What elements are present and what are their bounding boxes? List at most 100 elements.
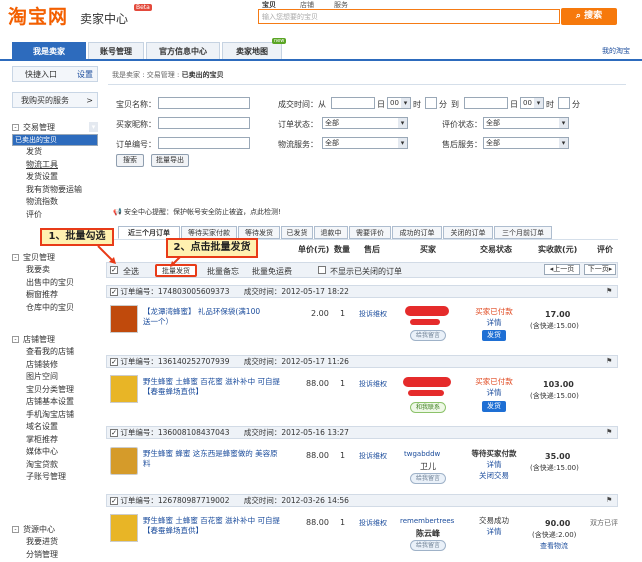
filter-search-button[interactable]: 搜索	[116, 154, 144, 167]
tab-refunding[interactable]: 退款中	[314, 226, 348, 239]
sidebar-section-header[interactable]: - 店铺管理	[12, 334, 98, 346]
hide-closed-checkbox[interactable]	[318, 266, 326, 274]
sidebar-item-loan[interactable]: 淘宝贷款	[12, 459, 98, 472]
sidebar-item-images[interactable]: 图片空间	[12, 371, 98, 384]
minute-from-input[interactable]	[425, 97, 437, 109]
sidebar-item-sell[interactable]: 我要卖	[12, 264, 98, 277]
purchased-service-link[interactable]: 我购买的服务 >	[12, 92, 98, 108]
flag-icon[interactable]: ⚑	[606, 358, 613, 365]
batch-note-button[interactable]: 批量备忘	[207, 266, 239, 277]
after-sale-select[interactable]: 全部	[483, 137, 569, 149]
buyer-nick[interactable]: remembertrees	[400, 517, 454, 525]
export-button[interactable]: 批量导出	[151, 154, 189, 167]
sidebar-item-rating[interactable]: 评价	[12, 209, 98, 222]
order-detail-link[interactable]: 详情	[468, 318, 520, 328]
sidebar-item-distribution[interactable]: 分销管理	[12, 549, 98, 562]
prev-page-button[interactable]: ◂上一页	[544, 264, 580, 275]
product-thumbnail[interactable]	[110, 305, 138, 333]
close-trade-link[interactable]: 关闭交易	[466, 471, 522, 481]
sidebar-item-restock[interactable]: 我要进货	[12, 536, 98, 549]
sidebar-item-sub-accounts[interactable]: 子账号管理	[12, 471, 98, 484]
order-no-input[interactable]	[158, 137, 250, 149]
tab-seller-map[interactable]: 卖家地图	[222, 42, 282, 59]
chat-button[interactable]: 给我留言	[410, 540, 446, 551]
tab-need-rating[interactable]: 需要评价	[349, 226, 391, 239]
next-page-button[interactable]: 下一页▸	[584, 264, 616, 275]
product-thumbnail[interactable]	[110, 514, 138, 542]
chat-button[interactable]: 和我联系	[410, 402, 446, 413]
product-thumbnail[interactable]	[110, 447, 138, 475]
sidebar-item-recommend[interactable]: 掌柜推荐	[12, 434, 98, 447]
flag-icon[interactable]: ⚑	[606, 497, 613, 504]
tab-older[interactable]: 三个月前订单	[494, 226, 552, 239]
sidebar-item-ship[interactable]: 发货	[12, 146, 98, 159]
item-name-input[interactable]	[158, 97, 250, 109]
order-checkbox[interactable]	[110, 429, 118, 437]
minute-to-input[interactable]	[558, 97, 570, 109]
rate-status-select[interactable]: 全部	[483, 117, 569, 129]
my-taobao-link[interactable]: 我的淘宝	[602, 46, 630, 56]
sidebar-section-header[interactable]: - 货源中心	[12, 524, 98, 536]
buyer-nick-input[interactable]	[158, 117, 250, 129]
sidebar-item-sold[interactable]: 已卖出的宝贝	[12, 134, 98, 146]
sidebar-item-mobile-shop[interactable]: 手机淘宝店铺	[12, 409, 98, 422]
ship-button[interactable]: 发货	[482, 330, 506, 341]
order-checkbox[interactable]	[110, 288, 118, 296]
view-logistics-link[interactable]: 查看物流	[540, 541, 568, 551]
settings-link[interactable]: 设置	[77, 67, 93, 83]
taobao-logo[interactable]: 淘宝网	[8, 2, 68, 29]
sidebar-item-decorate[interactable]: 店铺装修	[12, 359, 98, 372]
sidebar-section-header[interactable]: - 宝贝管理	[12, 252, 98, 264]
item-title[interactable]: 野生蜂蜜 土蜂蜜 百花蜜 滋补补中 可自提【春蚕蜂场直供】	[143, 377, 283, 397]
hour-from-select[interactable]: 00	[387, 97, 411, 109]
sidebar-section-header[interactable]: - 交易管理	[12, 122, 98, 134]
order-status-select[interactable]: 全部	[322, 117, 408, 129]
logistics-select[interactable]: 全部	[322, 137, 408, 149]
item-title[interactable]: 【龙潭湾蜂蜜】 礼品环保袋(满100送一个）	[143, 307, 263, 327]
tab-account[interactable]: 账号管理	[88, 42, 144, 59]
sidebar-item-categories[interactable]: 宝贝分类管理	[12, 384, 98, 397]
complaint-link[interactable]: 投诉维权	[359, 379, 387, 389]
tab-shipped[interactable]: 已发货	[281, 226, 313, 239]
order-checkbox[interactable]	[110, 358, 118, 366]
hour-to-select[interactable]: 00	[520, 97, 544, 109]
order-detail-link[interactable]: 详情	[466, 527, 522, 537]
flag-icon[interactable]: ⚑	[606, 288, 613, 295]
search-input[interactable]: 输入您想要的宝贝	[258, 9, 560, 24]
complaint-link[interactable]: 投诉维权	[359, 309, 387, 319]
sidebar-item-domain[interactable]: 域名设置	[12, 421, 98, 434]
complaint-link[interactable]: 投诉维权	[359, 518, 387, 528]
sidebar-item-window[interactable]: 橱窗推荐	[12, 289, 98, 302]
ship-button[interactable]: 发货	[482, 401, 506, 412]
sidebar-item-logistics-index[interactable]: 物流指数	[12, 196, 98, 209]
sidebar-item-warehouse[interactable]: 仓库中的宝贝	[12, 302, 98, 315]
order-detail-link[interactable]: 详情	[468, 388, 520, 398]
tab-i-am-seller[interactable]: 我是卖家	[12, 42, 86, 59]
tab-closed[interactable]: 关闭的订单	[443, 226, 493, 239]
sidebar-item-basic-settings[interactable]: 店铺基本设置	[12, 396, 98, 409]
chat-button[interactable]: 给我留言	[410, 330, 446, 341]
sidebar-item-view-shop[interactable]: 查看我的店铺	[12, 346, 98, 359]
sidebar-item-media[interactable]: 媒体中心	[12, 446, 98, 459]
buyer-nick[interactable]: twgabddw	[404, 450, 440, 458]
sidebar-item-ship-settings[interactable]: 发货设置	[12, 171, 98, 184]
complaint-link[interactable]: 投诉维权	[359, 451, 387, 461]
flag-icon[interactable]: ⚑	[606, 429, 613, 436]
sidebar-item-logistics-tools[interactable]: 物流工具	[12, 159, 98, 172]
date-from-input[interactable]	[331, 97, 375, 109]
safety-notice[interactable]: 📢 安全中心提醒：保护帐号安全防止被盗，点此检测!	[113, 207, 281, 217]
order-checkbox[interactable]	[110, 497, 118, 505]
product-thumbnail[interactable]	[110, 375, 138, 403]
chat-button[interactable]: 给我留言	[410, 473, 446, 484]
sidebar-item-freight[interactable]: 我有货物要运输	[12, 184, 98, 197]
order-detail-link[interactable]: 详情	[466, 460, 522, 470]
batch-free-shipping-button[interactable]: 批量免运费	[252, 266, 292, 277]
date-to-input[interactable]	[464, 97, 508, 109]
sidebar-item-on-sale[interactable]: 出售中的宝贝	[12, 277, 98, 290]
tab-official-info[interactable]: 官方信息中心	[146, 42, 220, 59]
item-title[interactable]: 野生蜂蜜 蜂蜜 这东西是蜂蜜做的 美容原料	[143, 449, 283, 469]
search-button[interactable]: ⌕ 搜索	[561, 8, 617, 25]
tab-success[interactable]: 成功的订单	[392, 226, 442, 239]
breadcrumb-path[interactable]: 我是卖家 : 交易管理 :	[112, 71, 182, 79]
item-title[interactable]: 野生蜂蜜 土蜂蜜 百花蜜 滋补补中 可自提【春蚕蜂场直供】	[143, 516, 283, 536]
